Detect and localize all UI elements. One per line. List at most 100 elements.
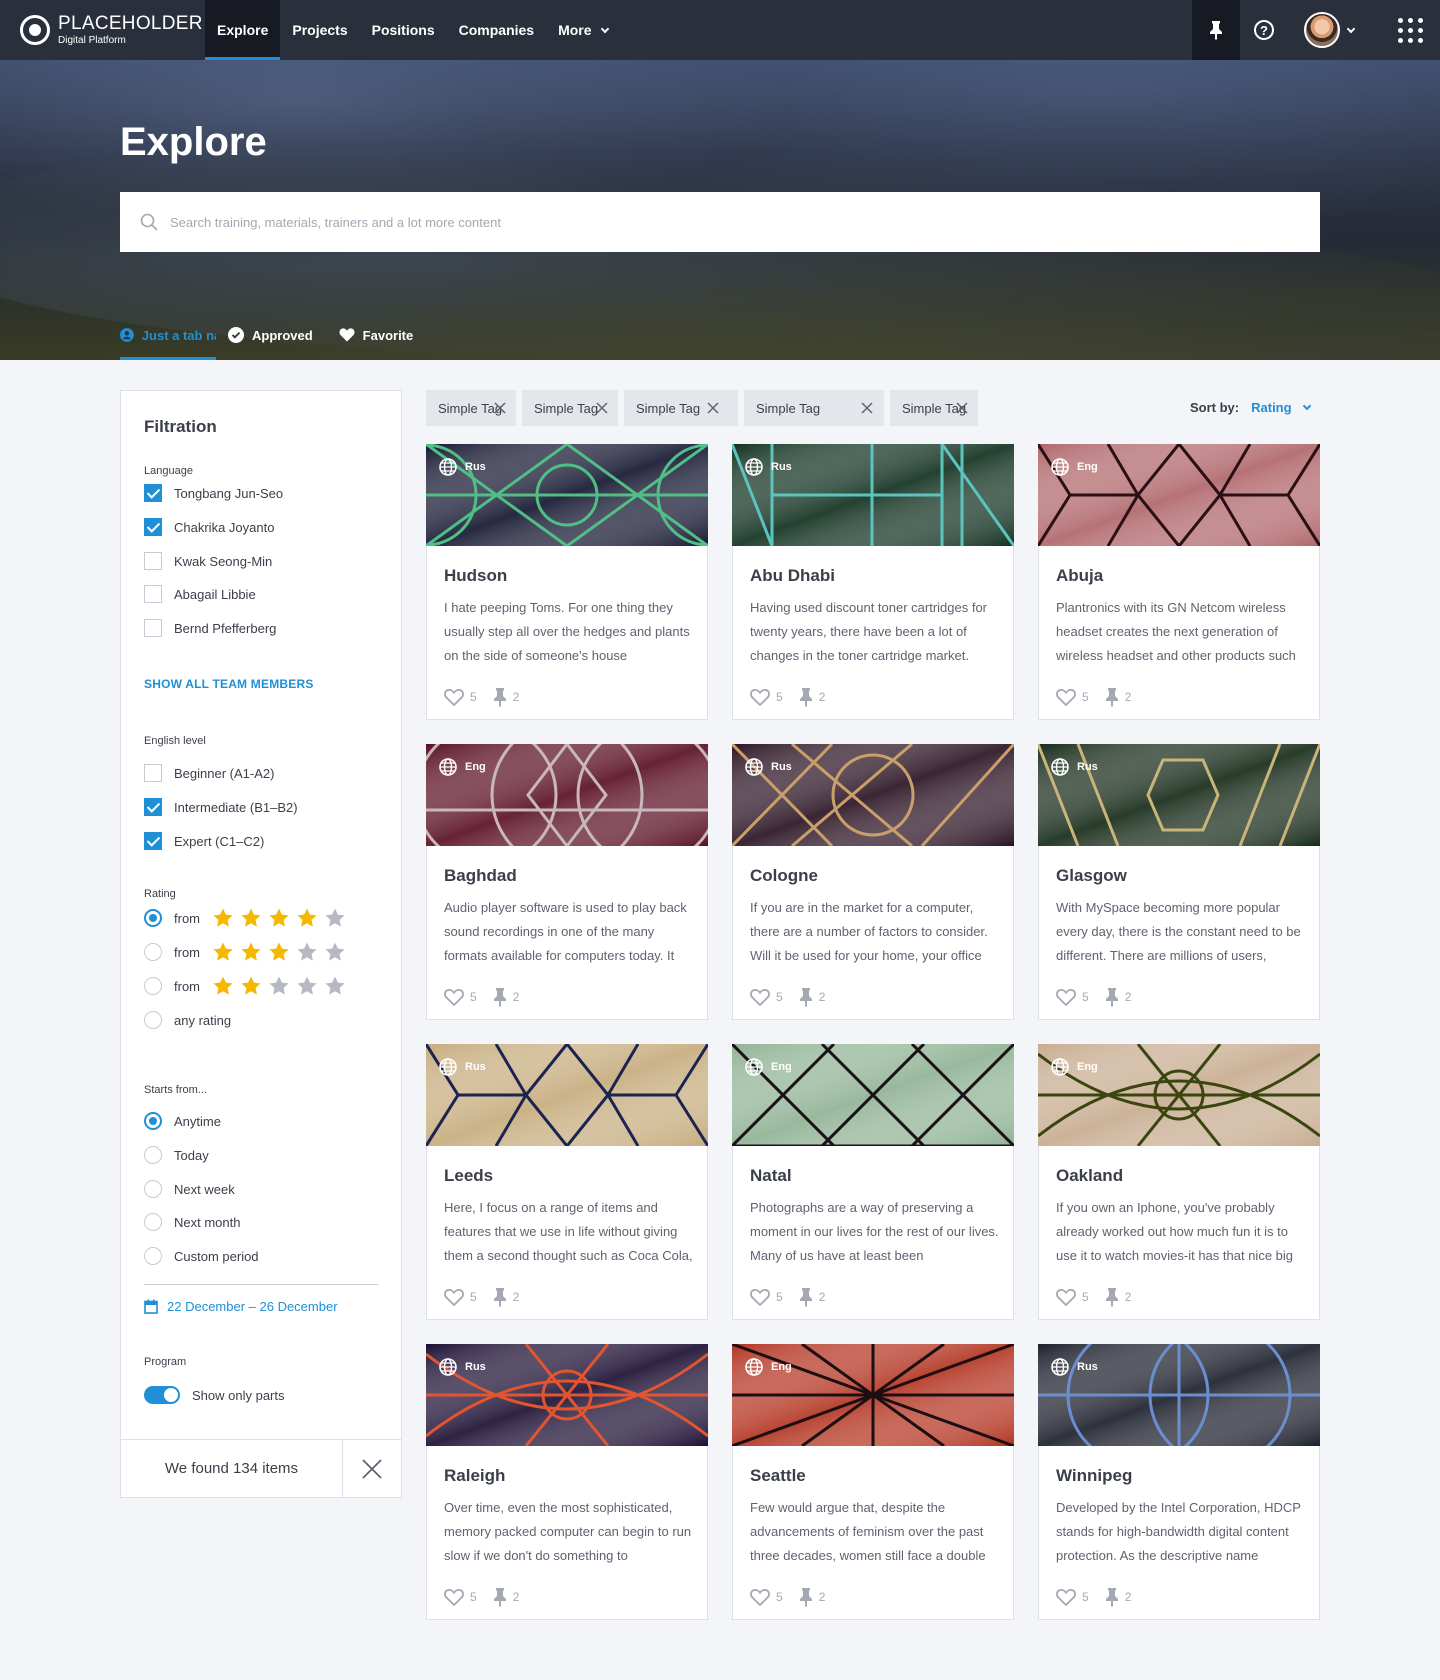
search-bar[interactable] [120, 192, 1320, 252]
checkbox[interactable] [144, 518, 162, 536]
nav-companies[interactable]: Companies [447, 0, 546, 60]
content-card[interactable]: Eng Abuja Plantronics with its GN Netcom w… [1038, 444, 1320, 720]
pin-icon[interactable] [493, 687, 507, 707]
heart-icon[interactable] [1056, 1288, 1076, 1306]
nav-explore[interactable]: Explore [205, 0, 281, 60]
nav-positions[interactable]: Positions [360, 0, 447, 60]
heart-icon[interactable] [750, 1288, 770, 1306]
filter-tag[interactable]: Simple Tag [426, 390, 516, 426]
checkbox[interactable] [144, 832, 162, 850]
heart-icon[interactable] [1056, 1588, 1076, 1606]
radio[interactable] [144, 1112, 162, 1130]
heart-icon[interactable] [1056, 988, 1076, 1006]
content-card[interactable]: Rus Winnipeg Developed by the Intel Corpor… [1038, 1344, 1320, 1620]
content-card[interactable]: Rus Cologne If you are in the market for a… [732, 744, 1014, 1020]
close-icon[interactable] [707, 402, 719, 414]
card-title[interactable]: Raleigh [444, 1466, 505, 1486]
content-card[interactable]: Rus Glasgow With MySpace becoming more pop… [1038, 744, 1320, 1020]
rating-option[interactable]: from [144, 908, 352, 928]
start-option[interactable]: Custom period [144, 1246, 259, 1266]
language-option[interactable]: Bernd Pfefferberg [144, 618, 276, 638]
content-card[interactable]: Eng Seattle Few would argue that, despite … [732, 1344, 1014, 1620]
heart-icon[interactable] [444, 1288, 464, 1306]
show-only-parts-toggle[interactable] [144, 1386, 180, 1404]
filter-tag[interactable]: Simple Tag [522, 390, 618, 426]
checkbox[interactable] [144, 585, 162, 603]
content-card[interactable]: Eng Oakland If you own an Iphone, you've p… [1038, 1044, 1320, 1320]
close-icon[interactable] [596, 402, 608, 414]
checkbox[interactable] [144, 619, 162, 637]
language-option[interactable]: Tongbang Jun-Seo [144, 483, 283, 503]
english-level-option[interactable]: Beginner (A1-A2) [144, 763, 274, 783]
pin-icon[interactable] [1105, 687, 1119, 707]
card-title[interactable]: Cologne [750, 866, 818, 886]
language-option[interactable]: Chakrika Joyanto [144, 517, 274, 537]
tab-favorite[interactable]: Favorite [339, 328, 413, 360]
start-option[interactable]: Next month [144, 1212, 240, 1232]
radio[interactable] [144, 909, 162, 927]
card-title[interactable]: Hudson [444, 566, 507, 586]
language-option[interactable]: Abagail Libbie [144, 584, 256, 604]
nav-more[interactable]: More [546, 0, 619, 60]
close-icon[interactable] [956, 402, 968, 414]
pinned-button[interactable] [1192, 0, 1240, 60]
apps-grid-button[interactable] [1380, 0, 1440, 60]
start-option[interactable]: Next week [144, 1179, 235, 1199]
filter-tag[interactable]: Simple Tag [890, 390, 978, 426]
heart-icon[interactable] [444, 688, 464, 706]
sort-value[interactable]: Rating [1251, 400, 1311, 415]
heart-icon[interactable] [444, 988, 464, 1006]
heart-icon[interactable] [1056, 688, 1076, 706]
close-icon[interactable] [494, 402, 506, 414]
nav-projects[interactable]: Projects [280, 0, 359, 60]
pin-icon[interactable] [493, 1287, 507, 1307]
pin-icon[interactable] [1105, 1287, 1119, 1307]
pin-icon[interactable] [493, 1587, 507, 1607]
heart-icon[interactable] [444, 1588, 464, 1606]
heart-icon[interactable] [750, 1588, 770, 1606]
card-title[interactable]: Natal [750, 1166, 792, 1186]
card-title[interactable]: Oakland [1056, 1166, 1123, 1186]
help-button[interactable]: ? [1240, 0, 1288, 60]
show-only-parts-toggle-row[interactable]: Show only parts [144, 1385, 285, 1405]
card-title[interactable]: Baghdad [444, 866, 517, 886]
content-card[interactable]: Rus Abu Dhabi Having used discount toner c… [732, 444, 1014, 720]
checkbox[interactable] [144, 798, 162, 816]
content-card[interactable]: Rus Raleigh Over time, even the most sophi… [426, 1344, 708, 1620]
content-card[interactable]: Rus Hudson I hate peeping Toms. For one th… [426, 444, 708, 720]
rating-option[interactable]: from [144, 942, 352, 962]
rating-option[interactable]: any rating [144, 1010, 231, 1030]
card-title[interactable]: Leeds [444, 1166, 493, 1186]
card-title[interactable]: Abu Dhabi [750, 566, 835, 586]
english-level-option[interactable]: Expert (C1–C2) [144, 831, 264, 851]
sort-control[interactable]: Sort by: Rating [1190, 400, 1311, 415]
radio[interactable] [144, 1180, 162, 1198]
filter-tag[interactable]: Simple Tag [624, 390, 738, 426]
radio[interactable] [144, 1247, 162, 1265]
card-title[interactable]: Winnipeg [1056, 1466, 1132, 1486]
card-title[interactable]: Seattle [750, 1466, 806, 1486]
pin-icon[interactable] [799, 1587, 813, 1607]
pin-icon[interactable] [1105, 987, 1119, 1007]
card-title[interactable]: Glasgow [1056, 866, 1127, 886]
checkbox[interactable] [144, 764, 162, 782]
content-card[interactable]: Eng Natal Photographs are a way of preserv… [732, 1044, 1014, 1320]
show-all-team-members-link[interactable]: SHOW ALL TEAM MEMBERS [144, 677, 314, 691]
content-card[interactable]: Rus Leeds Here, I focus on a range of item… [426, 1044, 708, 1320]
card-title[interactable]: Abuja [1056, 566, 1103, 586]
radio[interactable] [144, 1213, 162, 1231]
search-input[interactable] [170, 214, 1320, 230]
date-range-picker[interactable]: 22 December – 26 December [144, 1299, 338, 1314]
checkbox[interactable] [144, 552, 162, 570]
pin-icon[interactable] [1105, 1587, 1119, 1607]
content-card[interactable]: Eng Baghdad Audio player software is used … [426, 744, 708, 1020]
brand-logo[interactable]: PLACEHOLDER Digital Platform [0, 0, 205, 60]
pin-icon[interactable] [799, 687, 813, 707]
radio[interactable] [144, 1011, 162, 1029]
tab-approved[interactable]: Approved [228, 327, 313, 360]
radio[interactable] [144, 1146, 162, 1164]
filter-tag[interactable]: Simple Tag [744, 390, 884, 426]
user-menu[interactable] [1304, 12, 1356, 48]
pin-icon[interactable] [493, 987, 507, 1007]
close-icon[interactable] [861, 402, 873, 414]
